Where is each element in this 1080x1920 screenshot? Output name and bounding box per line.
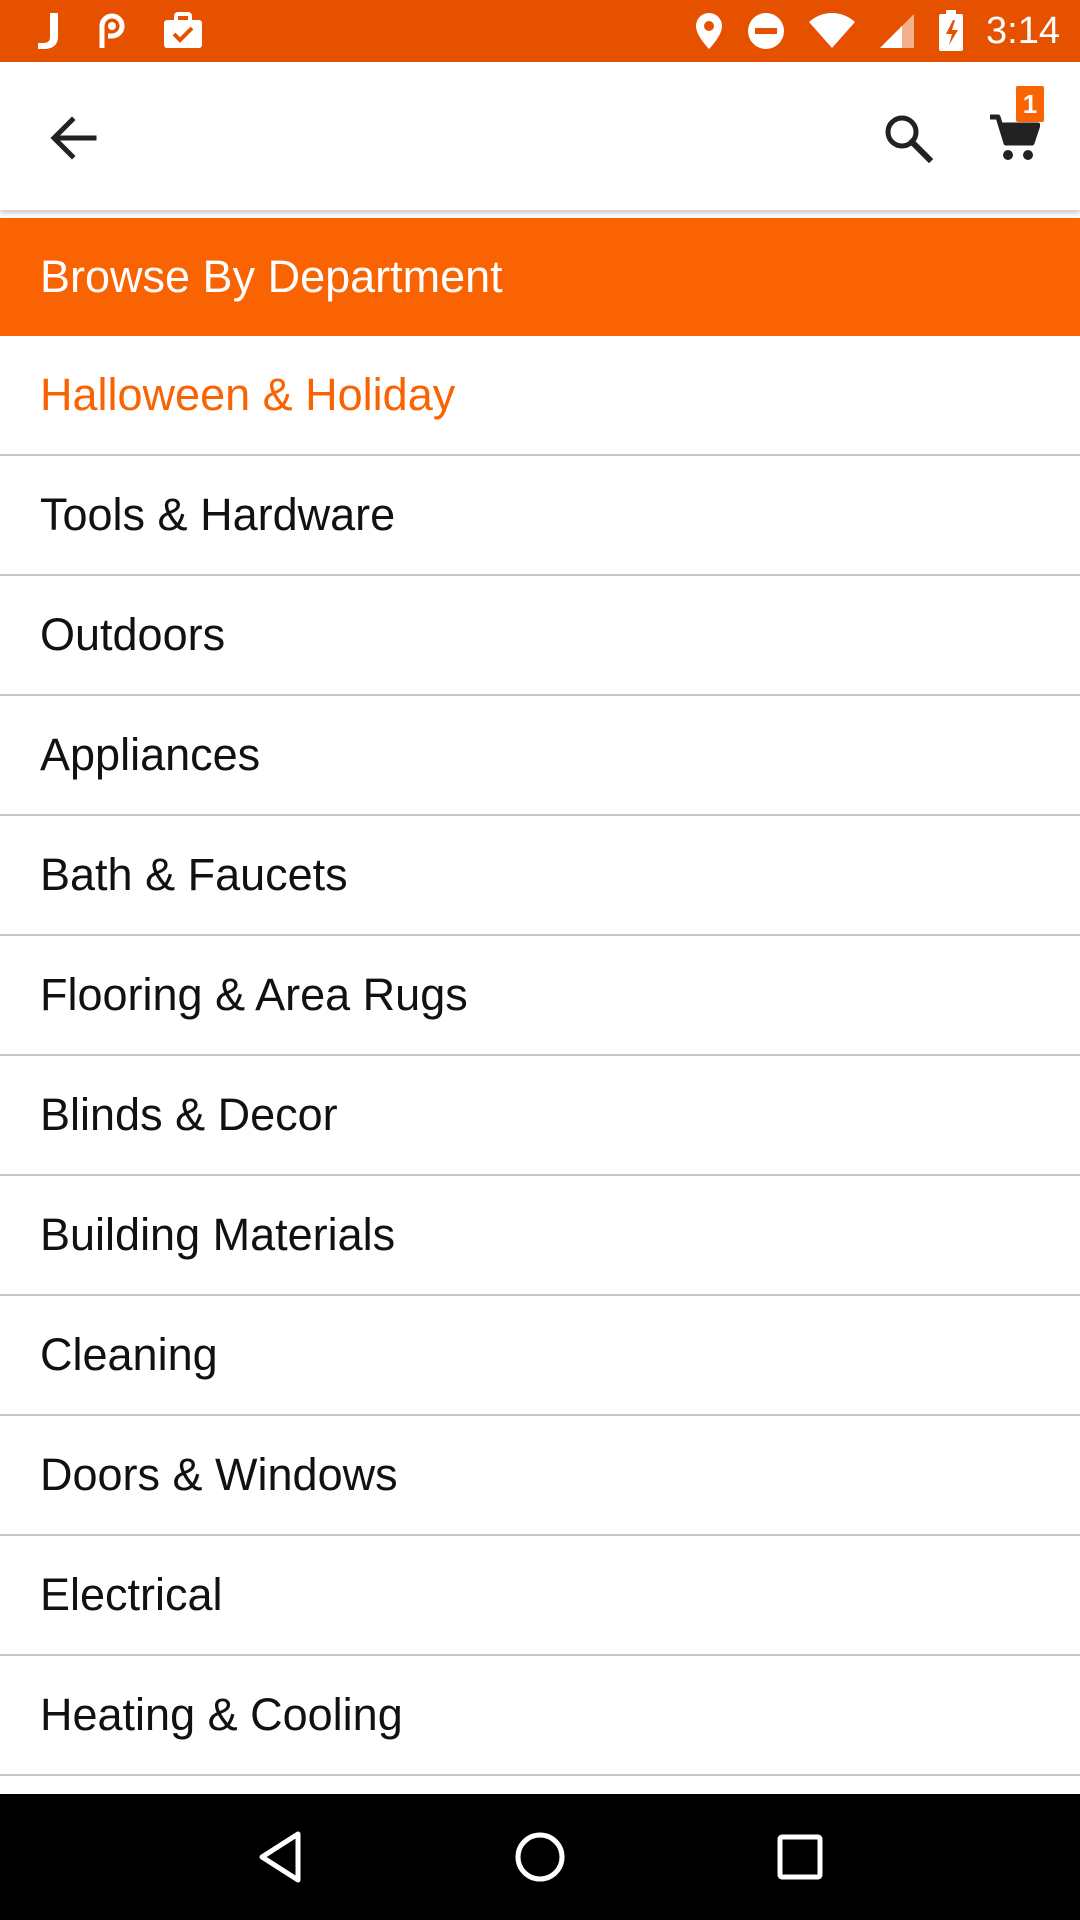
department-item-label: Halloween & Holiday (40, 369, 456, 420)
briefcase-check-icon (162, 9, 204, 53)
department-item[interactable]: Outdoors (0, 576, 1080, 696)
status-bar: 3:14 (0, 0, 1080, 62)
link-app-icon (92, 9, 132, 53)
department-item-label: Appliances (40, 729, 261, 780)
department-item-label: Cleaning (40, 1329, 218, 1380)
department-item[interactable]: Cleaning (0, 1296, 1080, 1416)
department-item[interactable]: Doors & Windows (0, 1416, 1080, 1536)
department-item[interactable]: Tools & Hardware (0, 456, 1080, 576)
search-button[interactable] (868, 102, 948, 174)
do-not-disturb-icon (746, 9, 786, 53)
department-header: Browse By Department (0, 218, 1080, 336)
circle-home-icon (515, 1832, 565, 1882)
status-time: 3:14 (986, 9, 1060, 52)
square-recents-icon (777, 1834, 823, 1880)
status-right-icons: 3:14 (694, 9, 1060, 53)
department-item[interactable]: Electrical (0, 1536, 1080, 1656)
arrow-left-icon (50, 116, 97, 160)
back-button[interactable] (34, 102, 114, 174)
battery-charging-icon (938, 9, 964, 53)
department-item-label: Building Materials (40, 1209, 396, 1260)
app-bar (0, 62, 1080, 210)
department-item-label: Doors & Windows (40, 1449, 398, 1500)
triangle-back-icon (259, 1831, 301, 1883)
department-item[interactable]: Flooring & Area Rugs (0, 936, 1080, 1056)
location-icon (694, 9, 724, 53)
cart-count-badge: 1 (1016, 86, 1044, 122)
department-item-label: Electrical (40, 1569, 223, 1620)
department-item-label: Blinds & Decor (40, 1089, 338, 1140)
department-item[interactable]: Appliances (0, 696, 1080, 816)
cell-signal-icon (878, 9, 916, 53)
department-header-title: Browse By Department (40, 251, 503, 302)
department-item[interactable]: Bath & Faucets (0, 816, 1080, 936)
nav-home-button[interactable] (490, 1807, 590, 1907)
department-item[interactable]: Heating & Cooling (0, 1656, 1080, 1776)
department-item[interactable]: Halloween & Holiday (0, 336, 1080, 456)
department-item[interactable]: Building Materials (0, 1176, 1080, 1296)
status-left-icons (36, 9, 204, 53)
system-navigation-bar (0, 1794, 1080, 1920)
wifi-icon (808, 9, 856, 53)
search-icon (885, 115, 933, 163)
department-item-label: Outdoors (40, 609, 226, 660)
department-item-label: Bath & Faucets (40, 849, 348, 900)
department-list: Halloween & Holiday Tools & Hardware Out… (0, 336, 1080, 1776)
nav-back-button[interactable] (230, 1807, 330, 1907)
department-item[interactable]: Blinds & Decor (0, 1056, 1080, 1176)
j-app-icon (36, 9, 62, 53)
department-item-label: Heating & Cooling (40, 1689, 403, 1740)
nav-recents-button[interactable] (750, 1807, 850, 1907)
department-item-label: Tools & Hardware (40, 489, 396, 540)
department-item-label: Flooring & Area Rugs (40, 969, 468, 1020)
